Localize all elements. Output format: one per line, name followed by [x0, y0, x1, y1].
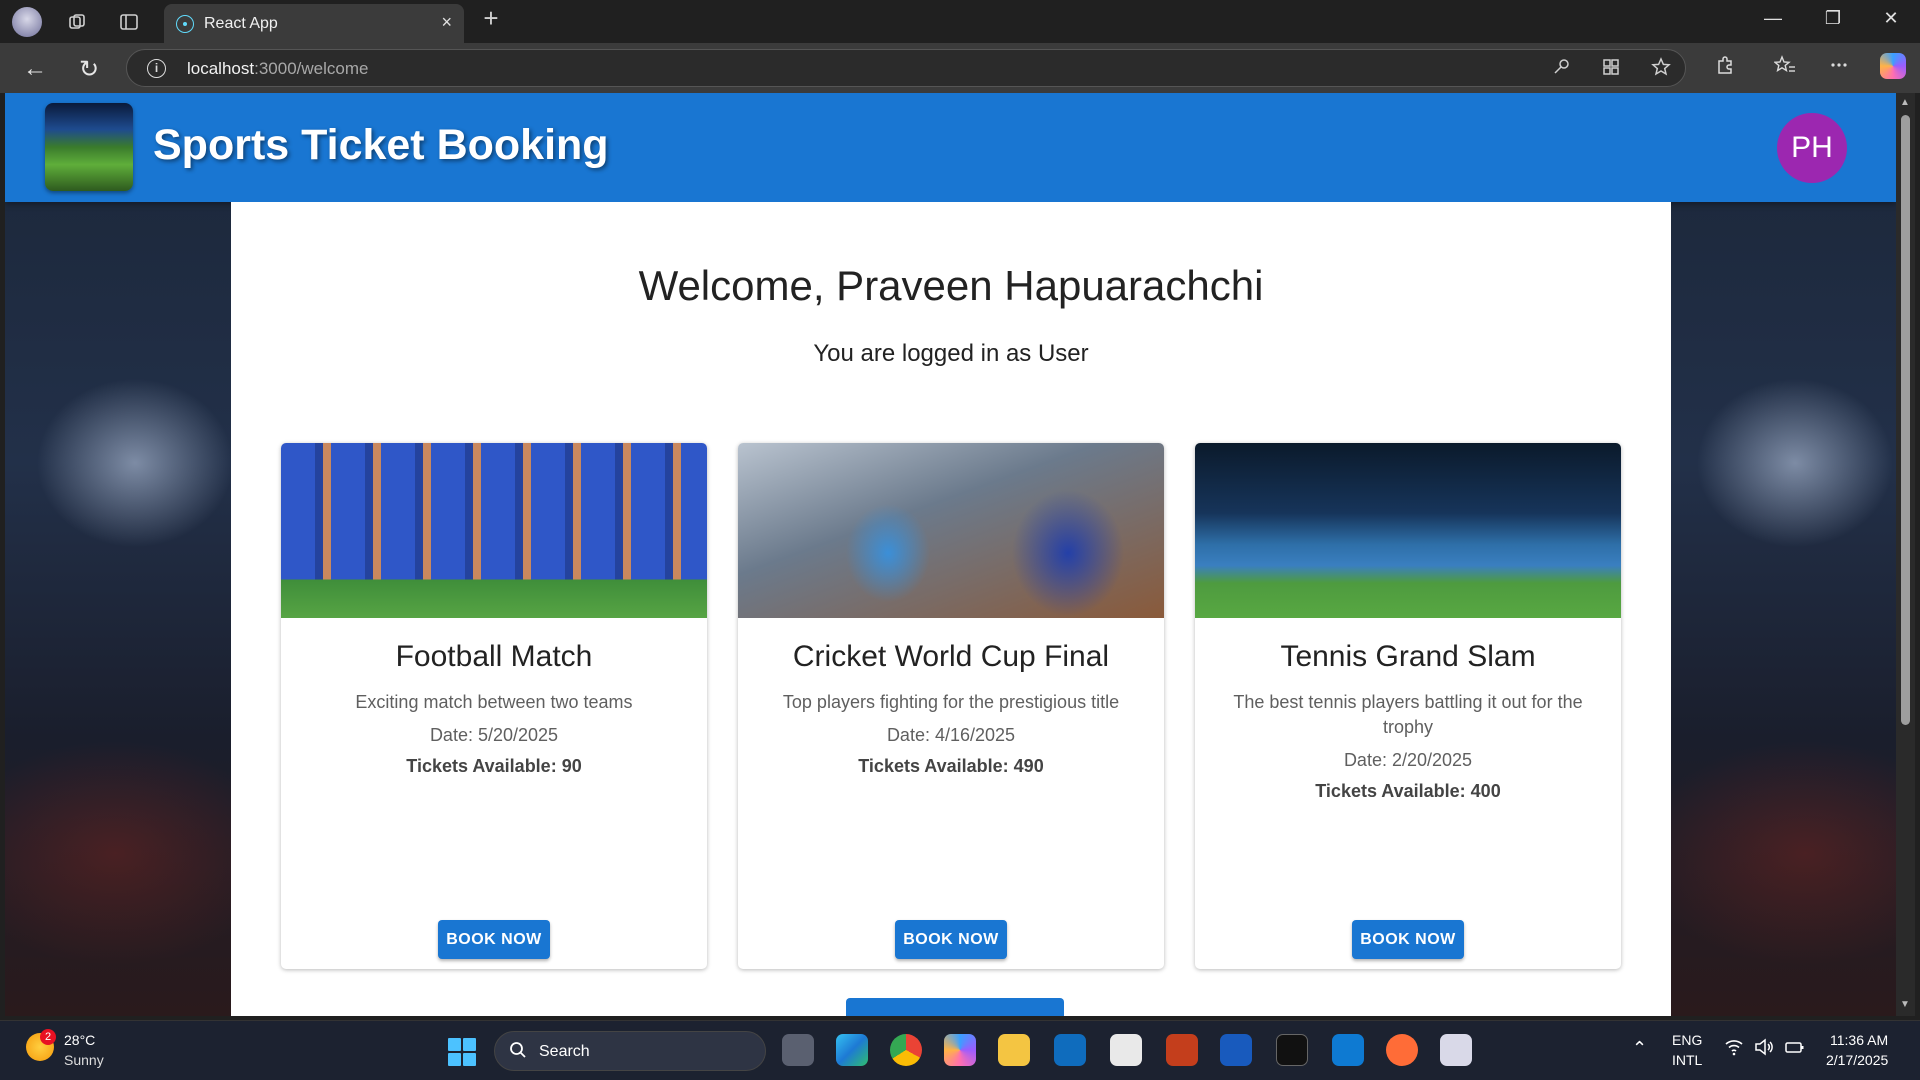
clock-time[interactable]: 11:36 AM — [1830, 1032, 1888, 1048]
event-description: Top players fighting for the prestigious… — [782, 692, 1120, 712]
keyboard-layout-label[interactable]: INTL — [1672, 1052, 1702, 1068]
event-title: Football Match — [395, 640, 593, 673]
grid-icon[interactable] — [1601, 57, 1621, 83]
favorites-icon[interactable] — [1770, 55, 1800, 81]
role-line: You are logged in as User — [813, 340, 1089, 367]
scroll-down-icon[interactable]: ▼ — [1900, 999, 1910, 1010]
event-card-tennis: Tennis Grand Slam The best tennis player… — [1195, 443, 1621, 969]
postman-icon[interactable] — [1386, 1034, 1418, 1066]
terminal-icon[interactable] — [1276, 1034, 1308, 1066]
edge-icon[interactable] — [836, 1034, 868, 1066]
react-favicon-icon — [176, 15, 194, 33]
close-window-icon[interactable]: ✕ — [1876, 8, 1906, 29]
book-now-button[interactable]: BOOK NOW — [895, 920, 1007, 959]
event-description: The best tennis players battling it out … — [1233, 692, 1583, 737]
event-tickets: Tickets Available: 490 — [858, 756, 1044, 776]
event-tickets: Tickets Available: 400 — [1315, 781, 1501, 801]
wifi-icon[interactable] — [1724, 1038, 1744, 1061]
event-title: Tennis Grand Slam — [1280, 640, 1536, 673]
search-icon — [509, 1041, 527, 1064]
extensions-icon[interactable] — [1710, 55, 1740, 81]
star-icon[interactable] — [1651, 57, 1671, 83]
welcome-container: Welcome, Praveen Hapuarachchi You are lo… — [231, 202, 1671, 1016]
battery-icon[interactable] — [1784, 1038, 1806, 1061]
weather-condition[interactable]: Sunny — [64, 1052, 104, 1068]
book-now-button[interactable]: BOOK NOW — [438, 920, 550, 959]
task-view-icon[interactable] — [782, 1034, 814, 1066]
clock-date[interactable]: 2/17/2025 — [1826, 1052, 1888, 1068]
welcome-heading: Welcome, Praveen Hapuarachchi — [638, 262, 1264, 309]
file-explorer-icon[interactable] — [998, 1034, 1030, 1066]
powerpoint-icon[interactable] — [1166, 1034, 1198, 1066]
windows-start-icon[interactable] — [448, 1038, 476, 1066]
cricket-players-image — [738, 443, 1164, 618]
event-card-cricket: Cricket World Cup Final Top players figh… — [738, 443, 1164, 969]
tab-actions-icon[interactable] — [116, 9, 142, 35]
scroll-thumb[interactable] — [1901, 115, 1910, 725]
new-tab-icon[interactable]: + — [478, 3, 504, 33]
close-tab-icon[interactable]: × — [441, 12, 452, 33]
url-text: localhost:3000/welcome — [187, 59, 368, 79]
event-tickets: Tickets Available: 90 — [406, 756, 582, 776]
event-card-football: Football Match Exciting match between tw… — [281, 443, 707, 969]
url-host: localhost — [187, 59, 255, 78]
chrome-icon[interactable] — [890, 1034, 922, 1066]
page-scrollbar[interactable]: ▲ ▼ — [1896, 93, 1915, 1016]
bottom-action-button[interactable] — [846, 998, 1064, 1016]
refresh-icon[interactable]: ↻ — [74, 55, 104, 84]
search-label: Search — [539, 1043, 590, 1060]
tab-title: React App — [204, 15, 278, 32]
volume-icon[interactable] — [1754, 1038, 1774, 1061]
windows-taskbar: 2 28°C Sunny Search ⌃ ENG INTL 11:36 AM … — [0, 1020, 1920, 1080]
outlook-icon[interactable] — [1054, 1034, 1086, 1066]
tennis-court-image — [1195, 443, 1621, 618]
stadium-logo-icon — [45, 103, 133, 191]
event-title: Cricket World Cup Final — [792, 640, 1110, 673]
browser-address-bar: ← ↻ i localhost:3000/welcome — [0, 43, 1920, 93]
football-team-image — [281, 443, 707, 618]
event-date: Date: 4/16/2025 — [886, 725, 1016, 745]
event-description: Exciting match between two teams — [355, 692, 633, 712]
user-avatar[interactable]: PH — [1777, 113, 1847, 183]
browser-tab-bar: React App × + — ❐ ✕ — [0, 0, 1920, 43]
word-icon[interactable] — [1220, 1034, 1252, 1066]
key-icon[interactable] — [1551, 57, 1571, 83]
copilot-icon[interactable] — [1880, 53, 1906, 79]
minimize-icon[interactable]: — — [1758, 8, 1788, 29]
taskbar-search[interactable]: Search — [494, 1031, 766, 1071]
url-path: :3000/welcome — [254, 59, 369, 78]
vscode-icon[interactable] — [1332, 1034, 1364, 1066]
browser-profile-icon[interactable] — [12, 7, 42, 37]
weather-temperature[interactable]: 28°C — [64, 1032, 95, 1048]
book-now-button[interactable]: BOOK NOW — [1352, 920, 1464, 959]
snipping-tool-icon[interactable] — [1440, 1034, 1472, 1066]
copilot-taskbar-icon[interactable] — [944, 1034, 976, 1066]
url-input[interactable]: i localhost:3000/welcome — [126, 49, 1686, 87]
app-header: Sports Ticket Booking PH — [5, 93, 1896, 202]
event-date: Date: 2/20/2025 — [1343, 750, 1473, 770]
scroll-up-icon[interactable]: ▲ — [1900, 97, 1910, 108]
tab-react-app[interactable]: React App × — [164, 4, 464, 43]
page-viewport: Sports Ticket Booking PH Welcome, Pravee… — [5, 93, 1896, 1016]
workspaces-icon[interactable] — [64, 9, 90, 35]
weather-badge: 2 — [40, 1029, 56, 1045]
photos-icon[interactable] — [1110, 1034, 1142, 1066]
restore-icon[interactable]: ❐ — [1818, 8, 1848, 29]
back-icon[interactable]: ← — [20, 55, 50, 83]
language-label[interactable]: ENG — [1672, 1032, 1702, 1048]
tray-chevron-icon[interactable]: ⌃ — [1632, 1038, 1647, 1059]
app-title: Sports Ticket Booking — [153, 121, 609, 169]
event-date: Date: 5/20/2025 — [429, 725, 559, 745]
site-info-icon[interactable]: i — [147, 59, 166, 78]
more-icon[interactable] — [1824, 55, 1854, 81]
